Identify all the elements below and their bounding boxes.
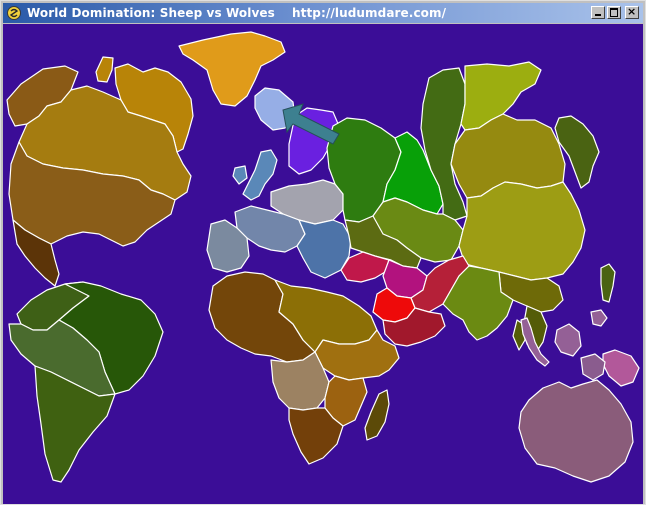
title-bar[interactable]: World Domination: Sheep vs Wolves http:/… <box>3 3 643 23</box>
territory-philippines[interactable] <box>580 353 606 381</box>
maximize-icon <box>610 8 618 17</box>
territory-canada-north[interactable] <box>95 56 114 83</box>
territory-japan[interactable] <box>600 263 616 303</box>
map-canvas[interactable] <box>3 24 643 504</box>
minimize-icon <box>595 14 601 16</box>
pygame-snake-icon <box>6 5 22 21</box>
territory-mongolia[interactable] <box>458 181 586 281</box>
territory-madagascar[interactable] <box>364 389 390 441</box>
close-button[interactable]: × <box>625 5 639 19</box>
territory-new-guinea[interactable] <box>602 349 640 387</box>
minimize-button[interactable] <box>591 6 605 19</box>
close-icon: × <box>627 5 637 18</box>
window-title: World Domination: Sheep vs Wolves http:/… <box>27 6 447 20</box>
world-map[interactable] <box>3 24 643 504</box>
game-window: World Domination: Sheep vs Wolves http:/… <box>0 0 646 505</box>
maximize-button[interactable] <box>607 6 621 19</box>
territory-australia[interactable] <box>518 379 634 483</box>
